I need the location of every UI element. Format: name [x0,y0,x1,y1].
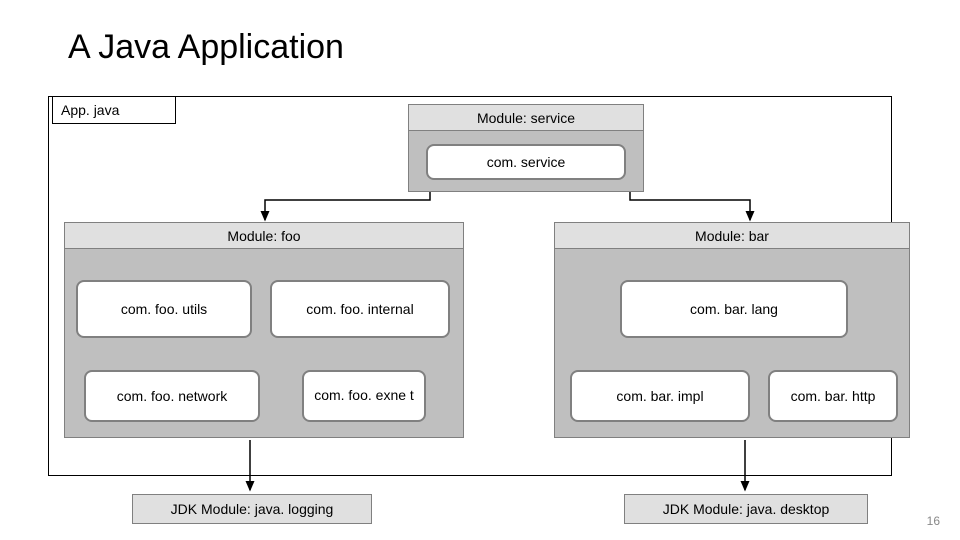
package-com-bar-http: com. bar. http [768,370,898,422]
jdk-module-logging: JDK Module: java. logging [132,494,372,524]
module-service-header: Module: service [408,104,644,130]
app-file-label: App. java [52,96,176,124]
package-com-foo-network: com. foo. network [84,370,260,422]
package-com-bar-impl: com. bar. impl [570,370,750,422]
package-com-service: com. service [426,144,626,180]
module-bar-header: Module: bar [554,222,910,248]
package-com-foo-internal: com. foo. internal [270,280,450,338]
slide-number: 16 [927,514,940,528]
package-com-foo-utils: com. foo. utils [76,280,252,338]
jdk-module-desktop: JDK Module: java. desktop [624,494,868,524]
package-com-foo-exnet: com. foo. exne t [302,370,426,422]
page-title: A Java Application [68,28,344,67]
module-foo-header: Module: foo [64,222,464,248]
package-com-bar-lang: com. bar. lang [620,280,848,338]
